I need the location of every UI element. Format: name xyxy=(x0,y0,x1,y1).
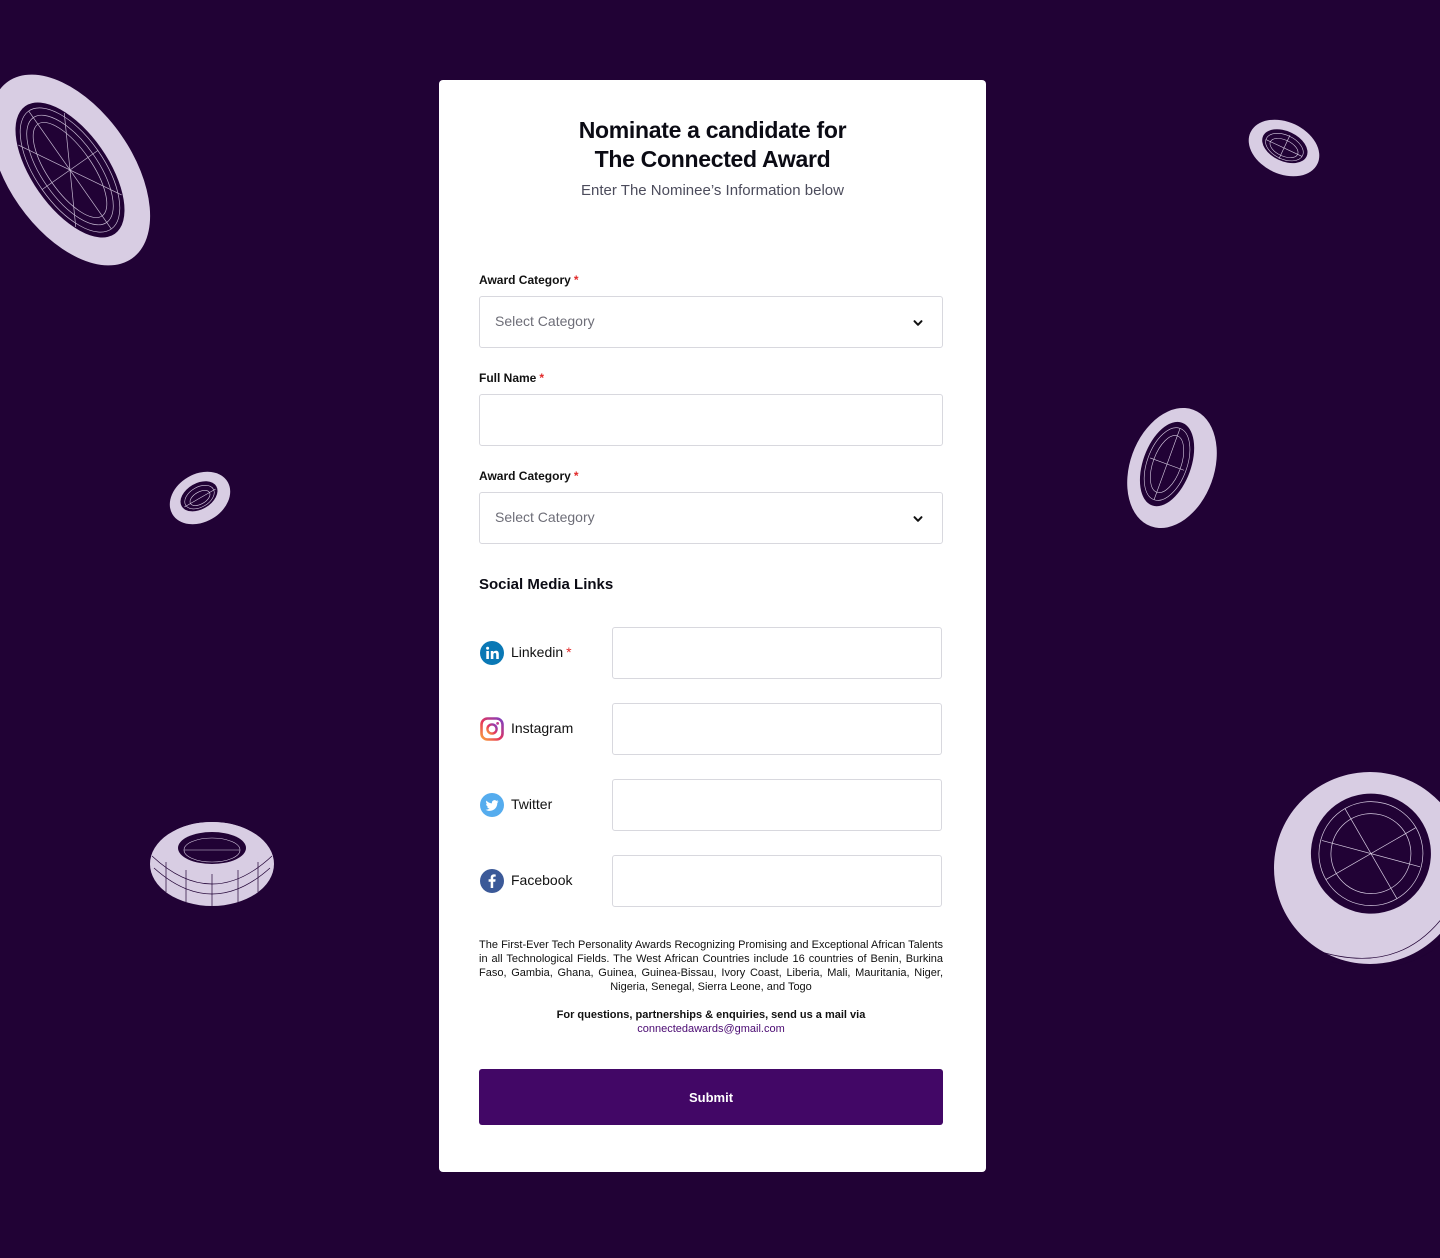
facebook-label: Facebook xyxy=(511,872,573,888)
chevron-down-icon xyxy=(913,516,923,522)
instagram-label: Instagram xyxy=(511,720,574,736)
social-row-facebook: Facebook xyxy=(479,855,943,907)
decorative-ring-bottom-right xyxy=(1274,772,1440,969)
facebook-icon xyxy=(480,869,504,893)
social-row-twitter: Twitter xyxy=(479,779,943,831)
required-marker: * xyxy=(539,371,545,385)
social-row-linkedin: Linkedin * xyxy=(479,627,943,679)
award-category-label-2: Award Category * xyxy=(479,469,578,483)
required-marker: * xyxy=(573,273,579,287)
award-category-label: Award Category * xyxy=(479,273,578,287)
twitter-icon xyxy=(480,793,504,817)
social-media-section-title: Social Media Links xyxy=(479,576,614,593)
award-category-label-text-2: Award Category xyxy=(479,469,571,483)
award-description: The First-Ever Tech Personality Awards R… xyxy=(479,939,943,993)
full-name-input[interactable] xyxy=(479,394,943,446)
facebook-input[interactable] xyxy=(612,855,942,907)
award-category-label-text: Award Category xyxy=(479,273,571,287)
page-title: Nominate a candidate for The Connected A… xyxy=(439,116,986,174)
decorative-ring-top-left xyxy=(0,74,151,266)
award-category-select[interactable]: Select Category xyxy=(479,296,943,348)
required-marker: * xyxy=(573,469,579,483)
linkedin-input[interactable] xyxy=(612,627,942,679)
full-name-label-text: Full Name xyxy=(479,371,537,385)
contact-email-link[interactable]: connectedawards@gmail.com xyxy=(479,1022,943,1036)
page-background: Nominate a candidate for The Connected A… xyxy=(0,0,1440,1258)
submit-button[interactable]: Submit xyxy=(479,1069,943,1125)
instagram-input[interactable] xyxy=(612,703,942,755)
page-title-line2: The Connected Award xyxy=(594,146,831,172)
decorative-ring-mid-right xyxy=(1127,407,1217,529)
linkedin-label-text: Linkedin xyxy=(511,644,564,660)
linkedin-icon xyxy=(480,641,504,665)
contact-note: For questions, partnerships & enquiries,… xyxy=(479,1008,943,1036)
page-title-line1: Nominate a candidate for xyxy=(578,117,847,143)
award-category-value-2: Select Category xyxy=(495,509,595,525)
twitter-input[interactable] xyxy=(612,779,942,831)
page-subtitle: Enter The Nominee’s Information below xyxy=(581,182,844,199)
contact-text: For questions, partnerships & enquiries,… xyxy=(556,1009,866,1021)
award-category-select-2[interactable]: Select Category xyxy=(479,492,943,544)
social-row-instagram: Instagram xyxy=(479,703,943,755)
decorative-ring-top-right xyxy=(1248,119,1320,177)
full-name-label: Full Name * xyxy=(479,371,544,385)
instagram-icon xyxy=(480,717,504,741)
twitter-label: Twitter xyxy=(511,796,553,812)
decorative-ring-mid-left xyxy=(169,471,231,525)
award-category-value: Select Category xyxy=(495,313,595,329)
linkedin-label: Linkedin * xyxy=(511,644,572,660)
decorative-ring-bottom-left xyxy=(150,822,274,906)
chevron-down-icon xyxy=(913,320,923,326)
required-marker: * xyxy=(566,644,572,660)
nomination-card: Nominate a candidate for The Connected A… xyxy=(439,80,986,1172)
